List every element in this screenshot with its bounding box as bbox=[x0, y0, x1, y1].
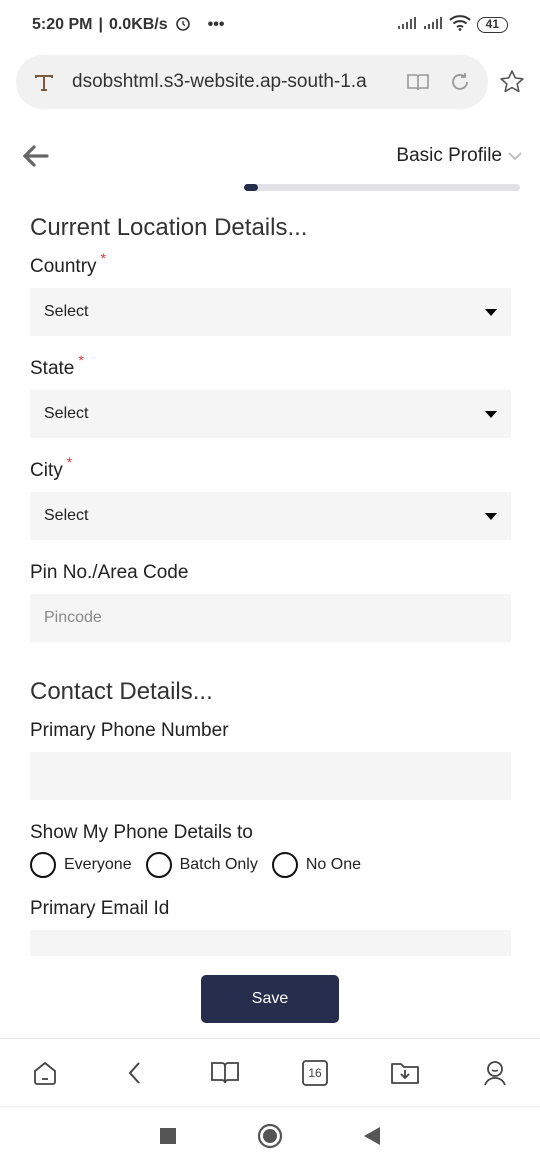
status-separator: | bbox=[98, 16, 103, 33]
browser-back-icon[interactable] bbox=[115, 1053, 155, 1093]
browser-toolbar: dsobshtml.s3-website.ap-south-1.a bbox=[16, 54, 528, 110]
country-select[interactable]: Select bbox=[30, 288, 511, 336]
contact-section-title: Contact Details... bbox=[30, 678, 213, 705]
radio-everyone[interactable]: Everyone bbox=[30, 852, 132, 878]
progress-fill bbox=[244, 184, 258, 191]
system-back-triangle-icon[interactable] bbox=[363, 1126, 381, 1151]
network-speed: 0.0KB/s bbox=[108, 16, 168, 33]
state-label-text: State bbox=[30, 358, 75, 379]
country-label-text: Country bbox=[30, 256, 97, 277]
required-marker: * bbox=[66, 454, 73, 470]
more-notifications-icon: ••• bbox=[207, 16, 225, 33]
home-circle-icon[interactable] bbox=[257, 1123, 283, 1154]
reader-mode-icon[interactable] bbox=[404, 68, 432, 96]
home-icon[interactable] bbox=[25, 1053, 65, 1093]
tabs-icon[interactable]: 16 bbox=[295, 1053, 335, 1093]
dropdown-caret-icon bbox=[485, 308, 497, 316]
chevron-down-icon bbox=[508, 148, 522, 164]
phone-label: Primary Phone Number bbox=[30, 720, 229, 741]
radio-batch-only-label: Batch Only bbox=[179, 856, 258, 873]
signal-icon bbox=[397, 16, 417, 35]
radio-button[interactable] bbox=[145, 852, 172, 878]
dropdown-caret-icon bbox=[485, 410, 497, 418]
city-select[interactable]: Select bbox=[30, 492, 511, 540]
required-marker: * bbox=[100, 250, 106, 266]
wifi-icon bbox=[448, 14, 471, 36]
profile-progress-bar bbox=[244, 184, 520, 191]
profile-form: Current Location Details... Country * Se… bbox=[30, 214, 511, 956]
dropdown-caret-icon bbox=[485, 512, 497, 520]
battery-indicator: 41 bbox=[476, 17, 508, 33]
pincode-input[interactable]: Pincode bbox=[30, 594, 511, 642]
city-select-value: Select bbox=[44, 507, 89, 524]
alarm-icon bbox=[174, 14, 192, 37]
signal-icon-2 bbox=[423, 16, 443, 35]
radio-batch-only[interactable]: Batch Only bbox=[145, 852, 258, 878]
state-label: State * bbox=[30, 352, 511, 380]
city-label: City * bbox=[30, 454, 511, 482]
country-label: Country * bbox=[30, 250, 511, 278]
page-header: Basic Profile bbox=[18, 136, 522, 176]
recent-apps-square-icon[interactable] bbox=[159, 1127, 177, 1150]
phone-input[interactable] bbox=[30, 752, 511, 800]
radio-button[interactable] bbox=[271, 852, 298, 878]
state-select-value: Select bbox=[44, 405, 89, 422]
clock-time: 5:20 PM bbox=[32, 16, 93, 33]
radio-no-one[interactable]: No One bbox=[271, 852, 361, 878]
bookmark-star-icon[interactable] bbox=[498, 68, 526, 96]
country-select-value: Select bbox=[44, 303, 89, 320]
location-section-title: Current Location Details... bbox=[30, 214, 308, 241]
profile-section-label: Basic Profile bbox=[396, 145, 502, 166]
browser-bottom-bar: 16 bbox=[0, 1038, 540, 1106]
phone-visibility-radio-group: Everyone Batch Only No One bbox=[30, 852, 511, 878]
back-arrow-icon[interactable] bbox=[18, 139, 52, 173]
phone-visibility-label: Show My Phone Details to bbox=[30, 822, 253, 843]
radio-no-one-label: No One bbox=[305, 856, 361, 873]
pincode-placeholder: Pincode bbox=[44, 609, 102, 626]
radio-button[interactable] bbox=[30, 852, 56, 878]
profile-account-icon[interactable] bbox=[475, 1053, 515, 1093]
address-bar[interactable]: dsobshtml.s3-website.ap-south-1.a bbox=[16, 55, 488, 109]
pin-label: Pin No./Area Code bbox=[30, 562, 189, 583]
state-select[interactable]: Select bbox=[30, 390, 511, 438]
url-text[interactable]: dsobshtml.s3-website.ap-south-1.a bbox=[72, 71, 390, 93]
save-button[interactable]: Save bbox=[201, 975, 339, 1023]
site-favicon-icon bbox=[30, 68, 58, 96]
bookmarks-book-icon[interactable] bbox=[205, 1053, 245, 1093]
tab-count: 16 bbox=[308, 1065, 322, 1080]
downloads-folder-icon[interactable] bbox=[385, 1053, 425, 1093]
profile-section-dropdown[interactable]: Basic Profile bbox=[396, 145, 522, 167]
required-marker: * bbox=[78, 352, 84, 368]
email-input[interactable] bbox=[30, 930, 511, 956]
radio-everyone-label: Everyone bbox=[64, 856, 132, 873]
status-bar: 5:20 PM | 0.0KB/s ••• 41 bbox=[0, 0, 540, 50]
reload-icon[interactable] bbox=[446, 68, 474, 96]
system-navigation-bar bbox=[0, 1106, 540, 1170]
city-label-text: City bbox=[30, 460, 63, 481]
email-label: Primary Email Id bbox=[30, 898, 170, 919]
